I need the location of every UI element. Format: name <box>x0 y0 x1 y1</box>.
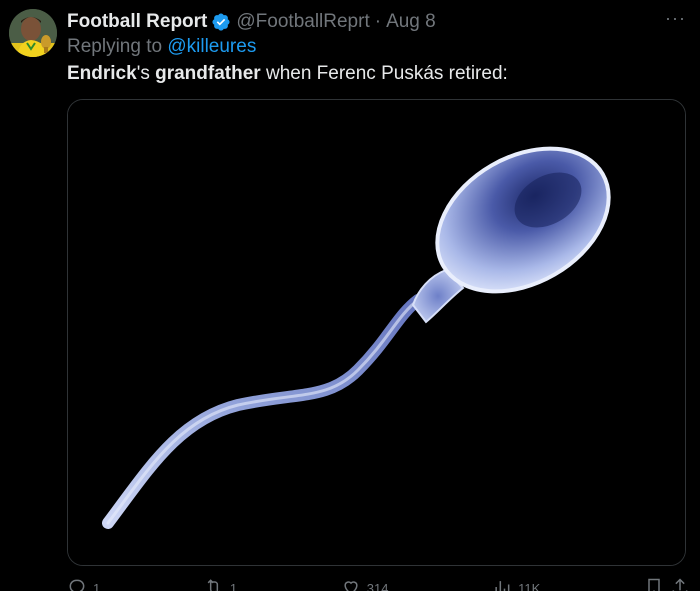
verified-badge-icon <box>211 12 231 32</box>
tweet-media-image[interactable] <box>67 99 686 566</box>
tweet-date[interactable]: Aug 8 <box>386 11 436 33</box>
reply-button[interactable]: 1 <box>67 577 100 591</box>
more-icon[interactable]: ··· <box>665 8 686 29</box>
display-name[interactable]: Football Report <box>67 11 207 33</box>
tweet-header: Football Report @FootballReprt · Aug 8 <box>67 8 680 36</box>
tweet-text-bold-word: grandfather <box>155 63 261 84</box>
retweet-button[interactable]: 1 <box>204 577 237 591</box>
views-button[interactable]: 11K <box>492 577 540 591</box>
bookmark-share-group <box>644 577 690 591</box>
replying-to-mention[interactable]: @killeures <box>167 36 256 57</box>
bookmark-icon[interactable] <box>644 577 664 591</box>
reply-icon <box>67 577 87 591</box>
like-button[interactable]: 314 <box>341 577 389 591</box>
tweet-text: Endrick's grandfather when Ferenc Puskás… <box>67 63 508 89</box>
separator-dot: · <box>374 11 382 32</box>
tweet-text-possessive: 's <box>136 63 156 84</box>
tweet: Football Report @FootballReprt · Aug 8 ·… <box>0 0 700 591</box>
sperm-cell-illustration <box>68 100 685 565</box>
replying-to-line: Replying to @killeures <box>67 36 256 60</box>
tweet-text-rest: when Ferenc Puskás retired: <box>260 63 508 84</box>
avatar[interactable] <box>9 9 57 57</box>
retweet-icon <box>204 577 224 591</box>
like-icon <box>341 577 361 591</box>
like-count: 314 <box>366 580 389 591</box>
reply-count: 1 <box>93 580 101 591</box>
avatar-image <box>9 9 57 57</box>
views-icon <box>492 577 512 591</box>
replying-to-label: Replying to <box>67 36 163 57</box>
views-count: 11K <box>518 580 541 591</box>
user-handle[interactable]: @FootballReprt <box>236 11 369 33</box>
retweet-count: 1 <box>229 580 238 591</box>
share-icon[interactable] <box>670 577 690 591</box>
action-bar: 1 1 314 11K <box>67 577 690 591</box>
tweet-text-bold-name: Endrick <box>67 63 137 84</box>
